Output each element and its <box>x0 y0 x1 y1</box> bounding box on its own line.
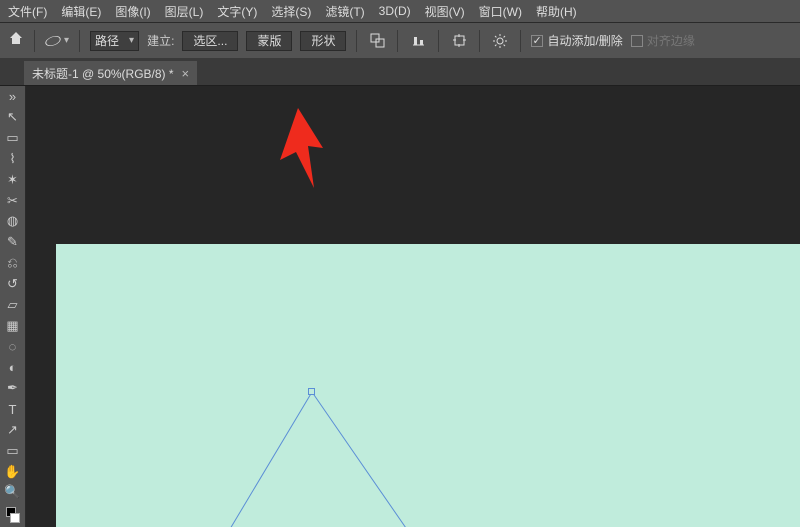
gear-icon[interactable] <box>490 31 510 51</box>
shape-tool[interactable]: ▭ <box>0 440 25 461</box>
dodge-tool[interactable]: ◐ <box>0 357 25 378</box>
auto-add-delete-checkbox[interactable]: 自动添加/删除 <box>531 32 622 49</box>
tab-bar: 未标题-1 @ 50%(RGB/8) * × <box>0 58 800 86</box>
home-icon[interactable] <box>8 30 24 51</box>
marquee-tool[interactable]: ▭ <box>0 128 25 149</box>
crop-tool[interactable]: ✂ <box>0 190 25 211</box>
close-tab-icon[interactable]: × <box>182 66 190 81</box>
work-path[interactable] <box>56 244 800 527</box>
canvas[interactable] <box>56 244 800 527</box>
menu-text[interactable]: 文字(Y) <box>217 3 257 20</box>
path-operations-icon[interactable] <box>367 31 387 51</box>
menu-file[interactable]: 文件(F) <box>8 3 47 20</box>
tool-preset-icon[interactable]: ▾ <box>45 33 69 49</box>
menu-select[interactable]: 选择(S) <box>271 3 311 20</box>
zoom-tool[interactable]: 🔍 <box>0 482 25 503</box>
align-edges-label: 对齐边缘 <box>647 32 695 49</box>
path-select-tool[interactable]: ↗ <box>0 420 25 441</box>
gradient-tool[interactable]: ▦ <box>0 315 25 336</box>
menu-bar: 文件(F) 编辑(E) 图像(I) 图层(L) 文字(Y) 选择(S) 滤镜(T… <box>0 0 800 22</box>
swap-colors[interactable] <box>0 503 25 527</box>
canvas-area[interactable] <box>26 86 800 527</box>
divider <box>479 30 480 52</box>
build-label: 建立: <box>147 32 174 49</box>
menu-view[interactable]: 视图(V) <box>425 3 465 20</box>
tool-mode-label: 路径 <box>95 32 119 49</box>
divider <box>520 30 521 52</box>
background-swatch[interactable] <box>10 513 20 523</box>
align-edges-checkbox[interactable]: 对齐边缘 <box>631 32 695 49</box>
checkbox-icon <box>631 35 643 47</box>
type-tool[interactable]: T <box>0 399 25 420</box>
menu-3d[interactable]: 3D(D) <box>379 4 411 18</box>
eyedropper-tool[interactable]: ◍ <box>0 211 25 232</box>
tool-mode-select[interactable]: 路径 ▾ <box>90 31 139 51</box>
magic-wand-tool[interactable]: ✶ <box>0 169 25 190</box>
blur-tool[interactable]: ◌ <box>0 336 25 357</box>
make-selection-button[interactable]: 选区... <box>182 31 238 51</box>
eraser-tool[interactable]: ▱ <box>0 294 25 315</box>
lasso-tool[interactable]: ⌇ <box>0 149 25 170</box>
document-tab[interactable]: 未标题-1 @ 50%(RGB/8) * × <box>24 61 197 85</box>
menu-window[interactable]: 窗口(W) <box>479 3 522 20</box>
expand-toolbox-icon[interactable]: » <box>0 86 25 107</box>
menu-image[interactable]: 图像(I) <box>115 3 150 20</box>
clone-stamp-tool[interactable]: ⎌ <box>0 253 25 274</box>
divider <box>79 30 80 52</box>
path-alignment-icon[interactable] <box>408 31 428 51</box>
workspace: » ↖ ▭ ⌇ ✶ ✂ ◍ ✎ ⎌ ↺ ▱ ▦ ◌ ◐ ✒ T ↗ ▭ ✋ 🔍 <box>0 86 800 527</box>
divider <box>356 30 357 52</box>
path-arrangement-icon[interactable] <box>449 31 469 51</box>
divider <box>397 30 398 52</box>
document-tab-label: 未标题-1 @ 50%(RGB/8) * <box>32 65 174 82</box>
menu-edit[interactable]: 编辑(E) <box>61 3 101 20</box>
move-tool[interactable]: ↖ <box>0 107 25 128</box>
toolbox: » ↖ ▭ ⌇ ✶ ✂ ◍ ✎ ⎌ ↺ ▱ ▦ ◌ ◐ ✒ T ↗ ▭ ✋ 🔍 <box>0 86 26 527</box>
anchor-point[interactable] <box>308 388 315 395</box>
options-bar: ▾ 路径 ▾ 建立: 选区... 蒙版 形状 自动添加/删除 对齐边缘 <box>0 22 800 58</box>
make-shape-button[interactable]: 形状 <box>300 31 346 51</box>
menu-layer[interactable]: 图层(L) <box>165 3 204 20</box>
divider <box>438 30 439 52</box>
make-mask-button[interactable]: 蒙版 <box>246 31 292 51</box>
annotation-arrow-icon <box>268 108 328 198</box>
menu-help[interactable]: 帮助(H) <box>536 3 577 20</box>
history-brush-tool[interactable]: ↺ <box>0 274 25 295</box>
brush-tool[interactable]: ✎ <box>0 232 25 253</box>
hand-tool[interactable]: ✋ <box>0 461 25 482</box>
checkbox-icon <box>531 35 543 47</box>
divider <box>34 30 35 52</box>
pen-tool[interactable]: ✒ <box>0 378 25 399</box>
menu-filter[interactable]: 滤镜(T) <box>325 3 364 20</box>
auto-add-delete-label: 自动添加/删除 <box>547 32 622 49</box>
